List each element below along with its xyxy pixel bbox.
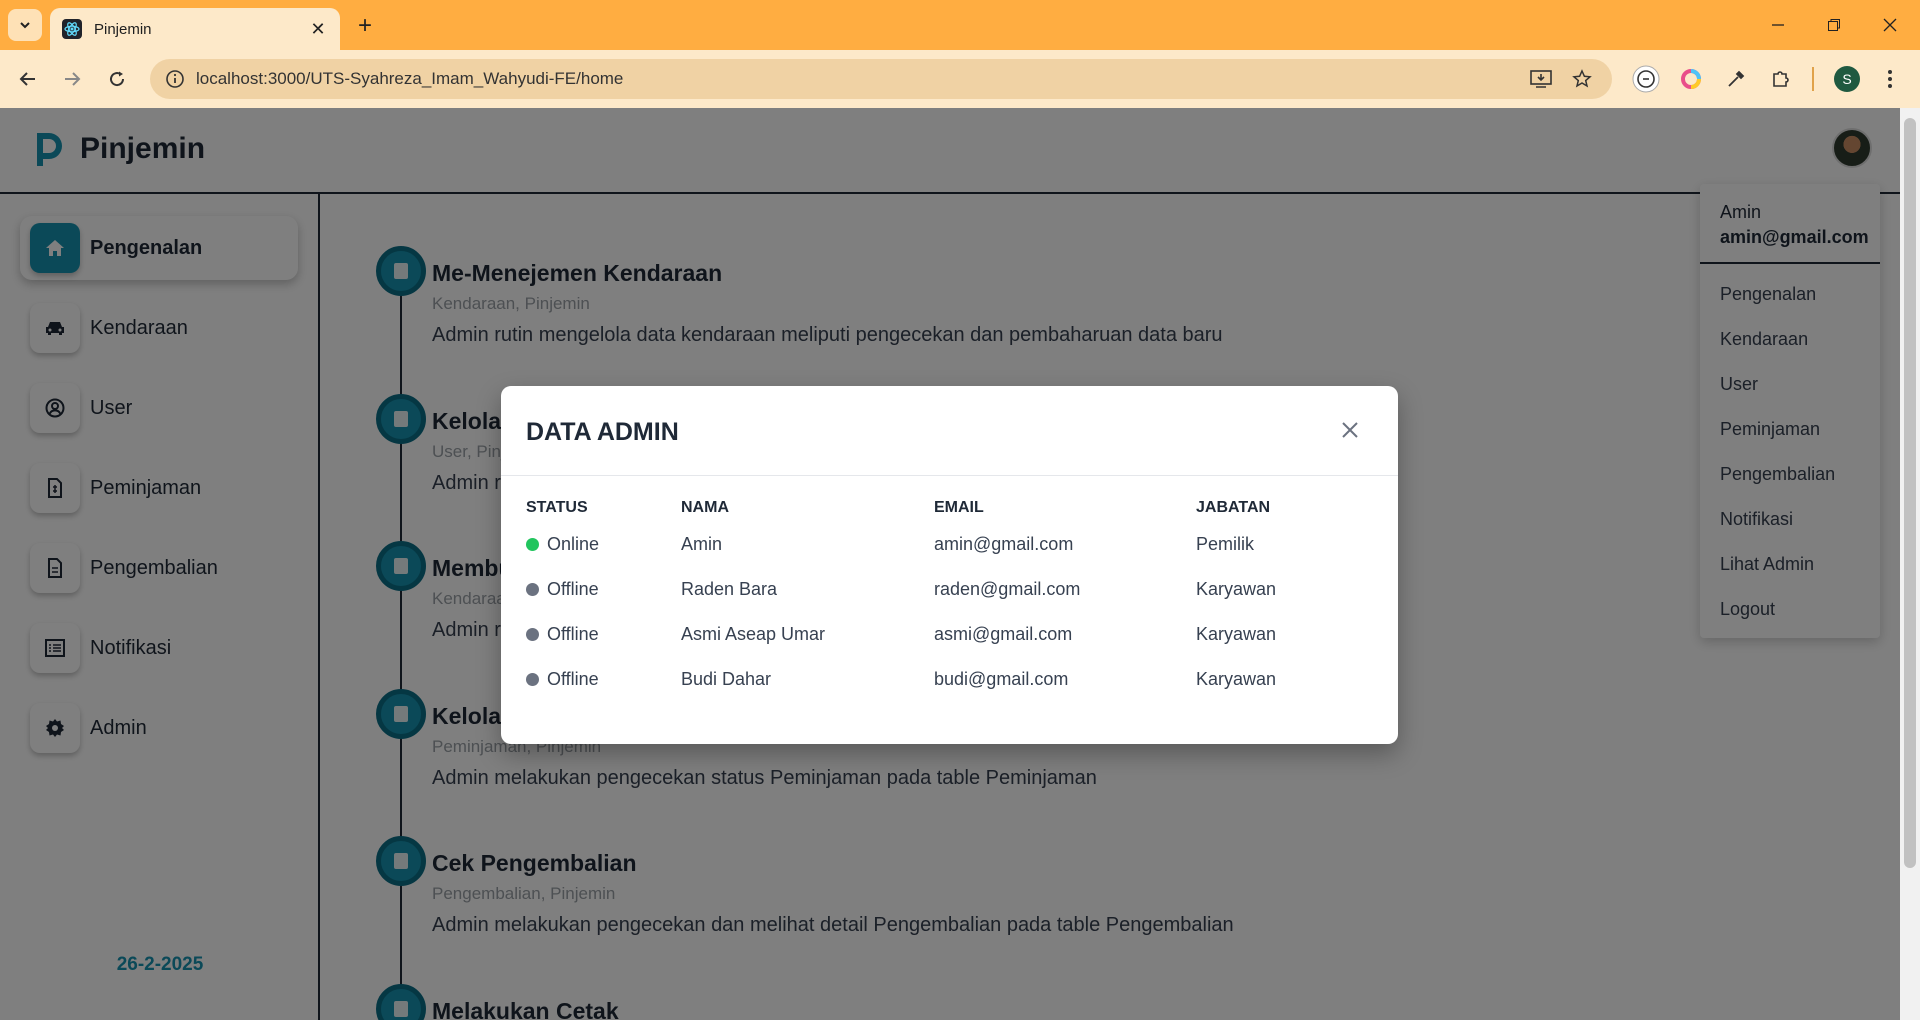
arrow-left-icon [19,72,35,86]
cell-email: budi@gmail.com [934,669,1069,689]
address-bar[interactable]: localhost:3000/UTS-Syahreza_Imam_Wahyudi… [150,59,1612,99]
browser-tab[interactable]: Pinjemin ✕ [50,8,340,50]
browser-toolbar: localhost:3000/UTS-Syahreza_Imam_Wahyudi… [0,50,1920,108]
cell-email: raden@gmail.com [934,579,1081,599]
star-icon [1572,69,1592,88]
color-ring-icon [1681,69,1701,89]
tab-close-icon[interactable]: ✕ [308,19,328,40]
browser-menu-button[interactable] [1874,63,1906,95]
extension-circle-icon [1632,65,1660,93]
chevron-down-icon [20,22,30,29]
table-row: Offline Asmi Aseap Umar asmi@gmail.com K… [526,612,1376,657]
cell-jabatan: Pemilik [1196,534,1255,554]
forward-button[interactable] [56,63,88,95]
cell-jabatan: Karyawan [1196,624,1277,644]
back-button[interactable] [12,63,44,95]
cell-jabatan: Karyawan [1196,579,1277,599]
admin-table: STATUS NAMA EMAIL JABATAN Online Amin am… [526,494,1376,702]
status-text: Offline [547,624,599,644]
eyedropper-icon [1728,70,1745,87]
extension-button-3[interactable] [1720,63,1752,95]
cell-nama: Asmi Aseap Umar [681,624,826,644]
column-header-jabatan: JABATAN [1196,499,1271,516]
status-online-dot-icon [526,538,539,551]
cell-email: amin@gmail.com [934,534,1074,554]
extension-button-1[interactable] [1630,63,1662,95]
status-text: Online [547,534,600,554]
puzzle-icon [1773,71,1789,87]
status-offline-dot-icon [526,673,539,686]
column-header-nama: NAMA [681,499,729,516]
reload-icon [110,71,125,87]
browser-tab-bar: Pinjemin ✕ + [0,0,1920,50]
tab-search-button[interactable] [8,9,42,41]
status-text: Offline [547,579,599,599]
table-row: Offline Budi Dahar budi@gmail.com Karyaw… [526,657,1376,702]
status-offline-dot-icon [526,628,539,641]
minimize-icon [1772,24,1784,26]
extensions-menu-button[interactable] [1765,63,1797,95]
extension-button-2[interactable] [1675,63,1707,95]
install-app-button[interactable] [1526,64,1556,94]
reload-button[interactable] [101,63,133,95]
close-window-button[interactable] [1860,0,1920,50]
restore-button[interactable] [1804,0,1864,50]
url-text: localhost:3000/UTS-Syahreza_Imam_Wahyudi… [196,69,624,88]
modal-close-button[interactable] [1336,416,1364,444]
restore-icon [1828,19,1840,31]
more-vertical-icon [1888,70,1892,88]
column-header-status: STATUS [526,499,588,516]
install-icon [1530,70,1552,88]
close-icon [1342,422,1358,438]
react-favicon-icon [62,19,82,39]
tab-title: Pinjemin [94,20,152,38]
status-text: Offline [547,669,599,689]
bookmark-button[interactable] [1567,64,1597,94]
close-icon [1883,18,1897,32]
cell-nama: Amin [681,534,723,554]
table-header-row: STATUS NAMA EMAIL JABATAN [526,494,1376,522]
cell-email: asmi@gmail.com [934,624,1073,644]
scrollbar-thumb[interactable] [1904,118,1916,868]
table-row: Online Amin amin@gmail.com Pemilik [526,522,1376,567]
browser-profile-avatar[interactable]: S [1834,66,1860,92]
data-admin-modal: DATA ADMIN STATUS NAMA EMAIL JABATAN Onl… [501,386,1398,744]
toolbar-divider [1812,67,1814,91]
cell-nama: Budi Dahar [681,669,772,689]
minimize-button[interactable] [1748,0,1808,50]
web-page: Pinjemin Pengenalan Kendaraan User [0,108,1900,1020]
table-row: Offline Raden Bara raden@gmail.com Karya… [526,567,1376,612]
status-offline-dot-icon [526,583,539,596]
modal-header: DATA ADMIN [501,386,1398,476]
column-header-email: EMAIL [934,499,984,516]
cell-nama: Raden Bara [681,579,778,599]
arrow-right-icon [65,72,81,86]
info-icon[interactable] [164,68,186,90]
new-tab-button[interactable]: + [350,11,380,41]
cell-jabatan: Karyawan [1196,669,1277,689]
page-scrollbar[interactable] [1900,108,1920,1020]
modal-title: DATA ADMIN [526,418,679,446]
